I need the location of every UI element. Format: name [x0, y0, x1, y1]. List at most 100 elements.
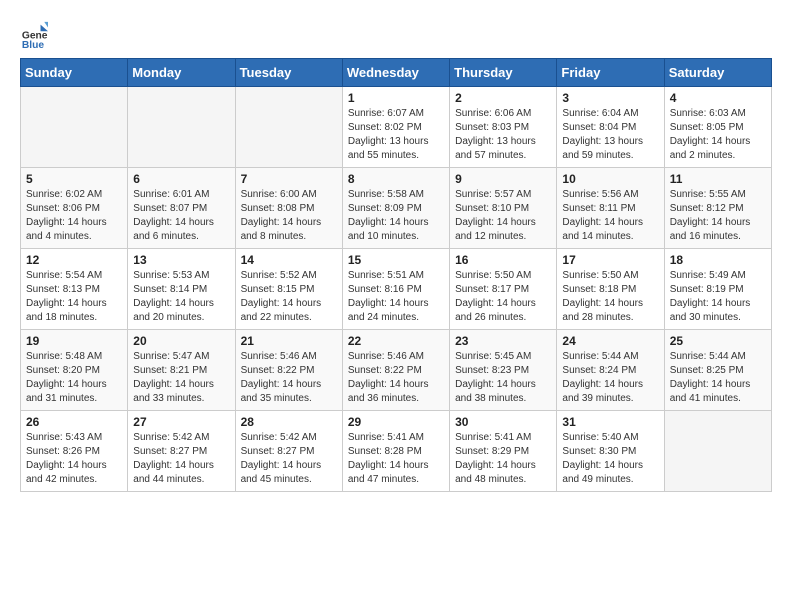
logo: General Blue — [20, 20, 52, 48]
day-number: 25 — [670, 334, 766, 348]
calendar-cell: 26 Sunrise: 5:43 AM Sunset: 8:26 PM Dayli… — [21, 411, 128, 492]
day-number: 14 — [241, 253, 337, 267]
calendar-cell: 17 Sunrise: 5:50 AM Sunset: 8:18 PM Dayli… — [557, 249, 664, 330]
day-info: Sunrise: 5:43 AM Sunset: 8:26 PM Dayligh… — [26, 431, 122, 487]
day-info: Sunrise: 5:46 AM Sunset: 8:22 PM Dayligh… — [241, 350, 337, 406]
day-info: Sunrise: 5:52 AM Sunset: 8:15 PM Dayligh… — [241, 269, 337, 325]
day-info: Sunrise: 5:41 AM Sunset: 8:29 PM Dayligh… — [455, 431, 551, 487]
day-number: 19 — [26, 334, 122, 348]
calendar-week-row: 12 Sunrise: 5:54 AM Sunset: 8:13 PM Dayli… — [21, 249, 772, 330]
day-info: Sunrise: 5:47 AM Sunset: 8:21 PM Dayligh… — [133, 350, 229, 406]
day-of-week-header: Thursday — [450, 59, 557, 87]
day-number: 10 — [562, 172, 658, 186]
calendar-cell — [128, 87, 235, 168]
day-number: 9 — [455, 172, 551, 186]
calendar-cell: 18Sunrise: 5:49 AM Sunset: 8:19 PM Dayli… — [664, 249, 771, 330]
calendar-cell — [664, 411, 771, 492]
calendar-cell: 24Sunrise: 5:44 AM Sunset: 8:24 PM Dayli… — [557, 330, 664, 411]
day-number: 1 — [348, 91, 444, 105]
day-info: Sunrise: 5:53 AM Sunset: 8:14 PM Dayligh… — [133, 269, 229, 325]
day-info: Sunrise: 5:50 AM Sunset: 8:18 PM Dayligh… — [562, 269, 658, 325]
day-info: Sunrise: 5:56 AM Sunset: 8:11 PM Dayligh… — [562, 188, 658, 244]
calendar-cell: 7 Sunrise: 6:00 AM Sunset: 8:08 PM Daylig… — [235, 168, 342, 249]
day-number: 17 — [562, 253, 658, 267]
day-info: Sunrise: 5:45 AM Sunset: 8:23 PM Dayligh… — [455, 350, 551, 406]
calendar-cell: 4 Sunrise: 6:03 AM Sunset: 8:05 PM Daylig… — [664, 87, 771, 168]
day-info: Sunrise: 5:46 AM Sunset: 8:22 PM Dayligh… — [348, 350, 444, 406]
day-number: 8 — [348, 172, 444, 186]
day-info: Sunrise: 5:51 AM Sunset: 8:16 PM Dayligh… — [348, 269, 444, 325]
day-number: 22 — [348, 334, 444, 348]
day-info: Sunrise: 5:40 AM Sunset: 8:30 PM Dayligh… — [562, 431, 658, 487]
day-info: Sunrise: 6:02 AM Sunset: 8:06 PM Dayligh… — [26, 188, 122, 244]
day-number: 13 — [133, 253, 229, 267]
calendar-week-row: 26 Sunrise: 5:43 AM Sunset: 8:26 PM Dayli… — [21, 411, 772, 492]
day-number: 23 — [455, 334, 551, 348]
calendar-cell: 15 Sunrise: 5:51 AM Sunset: 8:16 PM Dayli… — [342, 249, 449, 330]
calendar-cell: 16 Sunrise: 5:50 AM Sunset: 8:17 PM Dayli… — [450, 249, 557, 330]
calendar-week-row: 5 Sunrise: 6:02 AM Sunset: 8:06 PM Daylig… — [21, 168, 772, 249]
day-number: 16 — [455, 253, 551, 267]
day-of-week-header: Monday — [128, 59, 235, 87]
day-info: Sunrise: 6:06 AM Sunset: 8:03 PM Dayligh… — [455, 107, 551, 163]
day-info: Sunrise: 5:42 AM Sunset: 8:27 PM Dayligh… — [133, 431, 229, 487]
day-of-week-header: Sunday — [21, 59, 128, 87]
day-number: 21 — [241, 334, 337, 348]
calendar-cell: 9 Sunrise: 5:57 AM Sunset: 8:10 PM Daylig… — [450, 168, 557, 249]
day-number: 31 — [562, 415, 658, 429]
day-info: Sunrise: 6:03 AM Sunset: 8:05 PM Dayligh… — [670, 107, 766, 163]
day-of-week-header: Wednesday — [342, 59, 449, 87]
day-number: 20 — [133, 334, 229, 348]
day-info: Sunrise: 6:01 AM Sunset: 8:07 PM Dayligh… — [133, 188, 229, 244]
day-number: 12 — [26, 253, 122, 267]
calendar-cell: 11 Sunrise: 5:55 AM Sunset: 8:12 PM Dayli… — [664, 168, 771, 249]
calendar-cell: 30 Sunrise: 5:41 AM Sunset: 8:29 PM Dayli… — [450, 411, 557, 492]
calendar-cell: 25 Sunrise: 5:44 AM Sunset: 8:25 PM Dayli… — [664, 330, 771, 411]
day-number: 15 — [348, 253, 444, 267]
day-info: Sunrise: 5:48 AM Sunset: 8:20 PM Dayligh… — [26, 350, 122, 406]
calendar-cell: 3 Sunrise: 6:04 AM Sunset: 8:04 PM Daylig… — [557, 87, 664, 168]
day-info: Sunrise: 5:42 AM Sunset: 8:27 PM Dayligh… — [241, 431, 337, 487]
day-info: Sunrise: 5:54 AM Sunset: 8:13 PM Dayligh… — [26, 269, 122, 325]
calendar-cell: 12 Sunrise: 5:54 AM Sunset: 8:13 PM Dayli… — [21, 249, 128, 330]
calendar-cell: 8Sunrise: 5:58 AM Sunset: 8:09 PM Daylig… — [342, 168, 449, 249]
day-of-week-header: Saturday — [664, 59, 771, 87]
day-number: 11 — [670, 172, 766, 186]
day-info: Sunrise: 5:41 AM Sunset: 8:28 PM Dayligh… — [348, 431, 444, 487]
day-info: Sunrise: 5:50 AM Sunset: 8:17 PM Dayligh… — [455, 269, 551, 325]
day-number: 18 — [670, 253, 766, 267]
day-info: Sunrise: 5:55 AM Sunset: 8:12 PM Dayligh… — [670, 188, 766, 244]
calendar-week-row: 1 Sunrise: 6:07 AM Sunset: 8:02 PM Daylig… — [21, 87, 772, 168]
svg-text:Blue: Blue — [22, 40, 45, 48]
day-info: Sunrise: 6:04 AM Sunset: 8:04 PM Dayligh… — [562, 107, 658, 163]
calendar-cell: 22 Sunrise: 5:46 AM Sunset: 8:22 PM Dayli… — [342, 330, 449, 411]
day-number: 24 — [562, 334, 658, 348]
page-header: General Blue — [20, 20, 772, 48]
calendar-cell: 23 Sunrise: 5:45 AM Sunset: 8:23 PM Dayli… — [450, 330, 557, 411]
day-number: 3 — [562, 91, 658, 105]
calendar-cell: 21 Sunrise: 5:46 AM Sunset: 8:22 PM Dayli… — [235, 330, 342, 411]
calendar-cell — [21, 87, 128, 168]
day-number: 4 — [670, 91, 766, 105]
day-info: Sunrise: 6:00 AM Sunset: 8:08 PM Dayligh… — [241, 188, 337, 244]
calendar-cell: 20 Sunrise: 5:47 AM Sunset: 8:21 PM Dayli… — [128, 330, 235, 411]
day-number: 26 — [26, 415, 122, 429]
calendar-cell: 14 Sunrise: 5:52 AM Sunset: 8:15 PM Dayli… — [235, 249, 342, 330]
calendar-header: SundayMondayTuesdayWednesdayThursdayFrid… — [21, 59, 772, 87]
day-number: 2 — [455, 91, 551, 105]
day-number: 30 — [455, 415, 551, 429]
calendar-cell: 10 Sunrise: 5:56 AM Sunset: 8:11 PM Dayli… — [557, 168, 664, 249]
calendar-cell: 13 Sunrise: 5:53 AM Sunset: 8:14 PM Dayli… — [128, 249, 235, 330]
calendar-cell — [235, 87, 342, 168]
day-number: 7 — [241, 172, 337, 186]
calendar-body: 1 Sunrise: 6:07 AM Sunset: 8:02 PM Daylig… — [21, 87, 772, 492]
calendar-cell: 31 Sunrise: 5:40 AM Sunset: 8:30 PM Dayli… — [557, 411, 664, 492]
day-info: Sunrise: 5:57 AM Sunset: 8:10 PM Dayligh… — [455, 188, 551, 244]
day-number: 5 — [26, 172, 122, 186]
day-number: 6 — [133, 172, 229, 186]
calendar-cell: 2 Sunrise: 6:06 AM Sunset: 8:03 PM Daylig… — [450, 87, 557, 168]
calendar-cell: 28Sunrise: 5:42 AM Sunset: 8:27 PM Dayli… — [235, 411, 342, 492]
calendar-cell: 19 Sunrise: 5:48 AM Sunset: 8:20 PM Dayli… — [21, 330, 128, 411]
day-info: Sunrise: 5:44 AM Sunset: 8:25 PM Dayligh… — [670, 350, 766, 406]
day-info: Sunrise: 6:07 AM Sunset: 8:02 PM Dayligh… — [348, 107, 444, 163]
